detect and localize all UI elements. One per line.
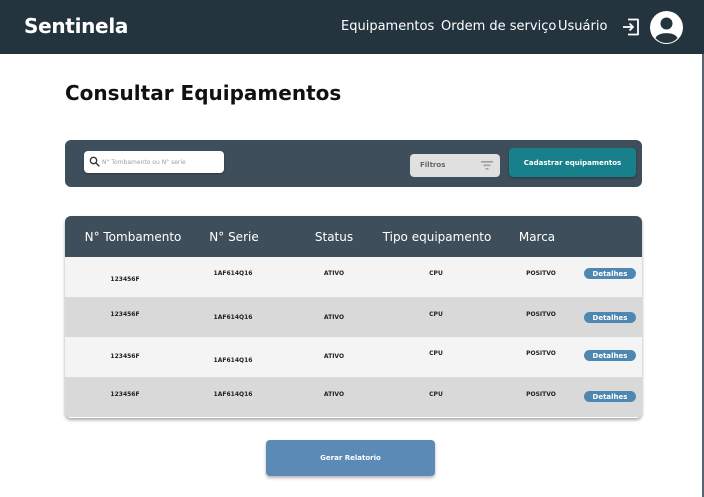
cell-tipo: CPU xyxy=(429,350,443,357)
cell-status: ATIVO xyxy=(323,270,345,277)
cadastrar-equipamentos-button[interactable]: Cadastrar equipamentos xyxy=(509,148,636,177)
filter-label: Filtros xyxy=(420,161,446,169)
cell-tipo: CPU xyxy=(429,391,443,398)
cell-marca: POSITVO xyxy=(526,270,556,277)
user-avatar-icon[interactable] xyxy=(650,11,683,44)
filter-icon xyxy=(481,161,493,170)
cell-serie: 1AF614Q16 xyxy=(213,357,253,364)
cell-tipo: CPU xyxy=(429,270,443,277)
nav-link-ordem-servico[interactable]: Ordem de serviço xyxy=(441,19,556,34)
nav-link-equipamentos[interactable]: Equipamentos xyxy=(341,19,434,34)
detalhes-button[interactable]: Detalhes xyxy=(584,312,636,323)
column-header-marca[interactable]: Marca xyxy=(519,230,555,244)
cell-tombamento: 123456F xyxy=(110,353,140,360)
cell-tipo: CPU xyxy=(429,311,443,318)
cell-marca: POSITVO xyxy=(526,391,556,398)
filter-dropdown[interactable]: Filtros xyxy=(410,154,500,177)
cell-status: ATIVO xyxy=(323,391,345,398)
cell-status: ATIVO xyxy=(323,314,345,321)
column-header-tombamento[interactable]: N° Tombamento xyxy=(85,230,182,244)
detalhes-button[interactable]: Detalhes xyxy=(584,268,636,279)
cell-tombamento: 123456F xyxy=(110,276,140,283)
cell-status: ATIVO xyxy=(323,353,345,360)
detalhes-button[interactable]: Detalhes xyxy=(584,391,636,402)
logout-icon[interactable] xyxy=(621,17,641,37)
cell-marca: POSITVO xyxy=(526,311,556,318)
table-row: 123456F 1AF614Q16 ATIVO CPU POSITVO Deta… xyxy=(65,337,642,377)
search-icon xyxy=(89,156,100,167)
column-header-tipo[interactable]: Tipo equipamento xyxy=(383,230,492,244)
search-toolbar: Filtros Cadastrar equipamentos xyxy=(65,140,642,187)
table-row: 123456F 1AF614Q16 ATIVO CPU POSITVO Deta… xyxy=(65,297,642,337)
cell-serie: 1AF614Q16 xyxy=(213,270,253,277)
column-header-status[interactable]: Status xyxy=(315,230,353,244)
cell-marca: POSITVO xyxy=(526,350,556,357)
detalhes-button[interactable]: Detalhes xyxy=(584,350,636,361)
table-header: N° Tombamento N° Serie Status Tipo equip… xyxy=(65,216,642,257)
table-row: 123456F 1AF614Q16 ATIVO CPU POSITVO Deta… xyxy=(65,257,642,297)
cell-serie: 1AF614Q16 xyxy=(213,391,253,398)
cell-tombamento: 123456F xyxy=(110,311,140,318)
search-input[interactable] xyxy=(102,153,220,171)
nav-link-usuario[interactable]: Usuário xyxy=(558,19,607,34)
navbar: Sentinela Equipamentos Ordem de serviço … xyxy=(0,0,704,54)
gerar-relatorio-button[interactable]: Gerar Relatorio xyxy=(266,440,435,476)
column-header-serie[interactable]: N° Serie xyxy=(209,230,258,244)
equipment-table: N° Tombamento N° Serie Status Tipo equip… xyxy=(65,216,642,418)
cell-tombamento: 123456F xyxy=(110,391,140,398)
table-row: 123456F 1AF614Q16 ATIVO CPU POSITVO Deta… xyxy=(65,377,642,417)
brand-logo[interactable]: Sentinela xyxy=(24,14,128,38)
page-title: Consultar Equipamentos xyxy=(65,81,342,105)
search-box[interactable] xyxy=(84,151,224,173)
cell-serie: 1AF614Q16 xyxy=(213,314,253,321)
